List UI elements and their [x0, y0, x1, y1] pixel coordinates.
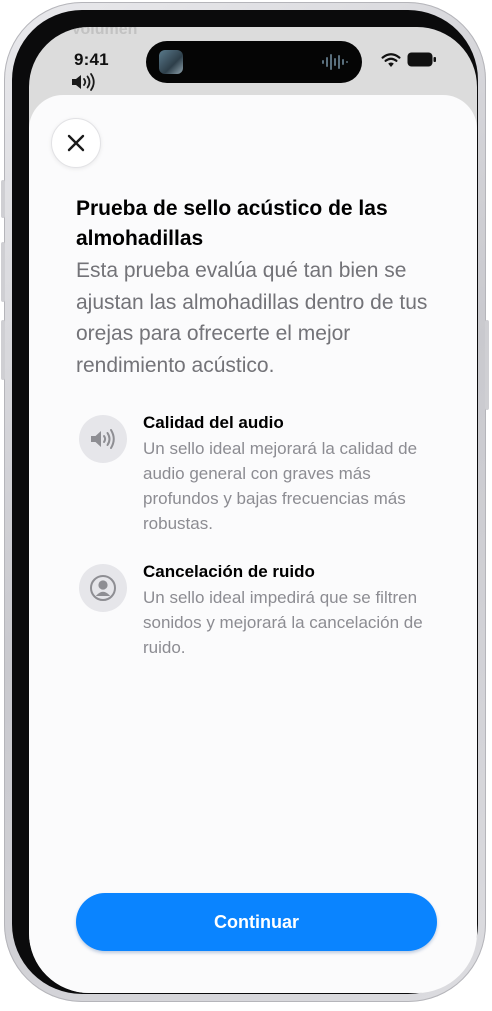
feature-description: Un sello ideal mejorará la calidad de au… [143, 439, 418, 533]
battery-icon [407, 52, 436, 67]
feature-title: Calidad del audio [143, 413, 284, 432]
audio-waveform-icon [322, 54, 348, 70]
feature-description: Un sello ideal impedirá que se filtren s… [143, 588, 423, 657]
action-button [1, 180, 5, 218]
page-title: Prueba de sello acústico de las almohadi… [76, 197, 388, 250]
close-icon [67, 134, 85, 152]
phone-bezel: Volumen 9:41 Prueba de sello acústico de… [12, 10, 478, 994]
power-button [485, 320, 489, 410]
page-description: Esta prueba evalúa qué tan bien se ajust… [76, 259, 428, 377]
volume-down-button [1, 320, 5, 380]
screen: Volumen 9:41 Prueba de sello acústico de… [29, 27, 477, 993]
modal-sheet: Prueba de sello acústico de las almohadi… [29, 95, 477, 993]
feature-title: Cancelación de ruido [143, 562, 315, 581]
dynamic-island[interactable] [146, 41, 362, 83]
person-silhouette-icon [79, 564, 127, 612]
album-art-thumbnail [159, 50, 183, 74]
background-volume-label: Volumen [71, 27, 138, 38]
status-bar: Volumen 9:41 [29, 27, 477, 97]
close-button[interactable] [51, 118, 101, 168]
speaker-icon [79, 415, 127, 463]
phone-frame: Volumen 9:41 Prueba de sello acústico de… [1, 2, 489, 1002]
volume-speaker-icon [72, 73, 95, 91]
wifi-icon [381, 53, 401, 67]
volume-up-button [1, 242, 5, 302]
status-time: 9:41 [74, 50, 109, 69]
continue-button[interactable]: Continuar [76, 893, 437, 951]
